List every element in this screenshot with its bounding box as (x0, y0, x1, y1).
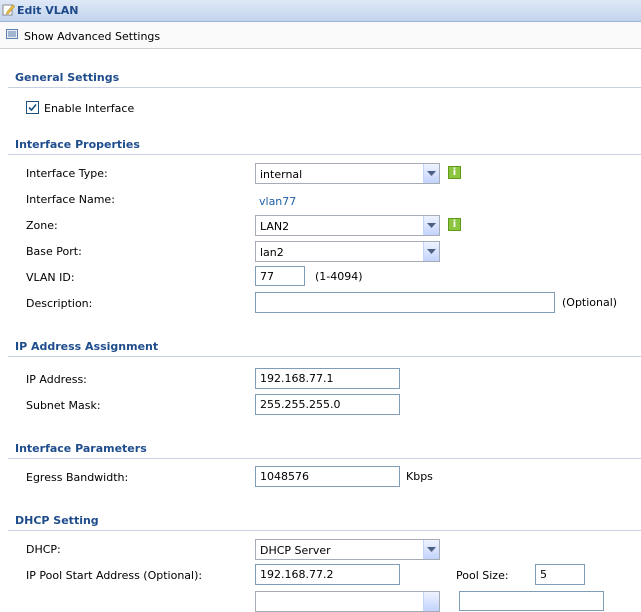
interface-type-select[interactable]: internal (255, 163, 440, 184)
interface-type-label: Interface Type: (26, 167, 108, 180)
ip-pool-start-input[interactable]: 192.168.77.2 (255, 564, 400, 585)
base-port-select[interactable]: lan2 (255, 241, 440, 262)
enable-interface-checkbox[interactable] (26, 101, 39, 114)
base-port-value: lan2 (260, 246, 284, 259)
chevron-down-icon[interactable] (423, 242, 439, 261)
zone-value: LAN2 (260, 220, 290, 233)
interface-properties-heading: Interface Properties (15, 138, 140, 151)
dhcp-select[interactable]: DHCP Server (255, 539, 440, 560)
pool-size-input[interactable]: 5 (535, 564, 585, 585)
dhcp-value: DHCP Server (260, 544, 331, 557)
info-icon[interactable]: i (448, 166, 461, 179)
description-input[interactable] (255, 292, 555, 313)
zone-select[interactable]: LAN2 (255, 215, 440, 236)
chevron-down-icon[interactable] (423, 592, 439, 611)
dhcp-label: DHCP: (26, 543, 61, 556)
check-icon (28, 103, 37, 112)
egress-bandwidth-label: Egress Bandwidth: (26, 471, 129, 484)
description-optional-hint: (Optional) (562, 296, 618, 309)
general-settings-heading: General Settings (15, 71, 120, 84)
egress-bandwidth-unit: Kbps (406, 470, 433, 483)
toolbar: Show Advanced Settings (0, 22, 641, 49)
edit-icon (2, 4, 15, 16)
cutoff-input[interactable] (459, 591, 604, 611)
ip-address-label: IP Address: (26, 373, 87, 386)
window-title-bar: Edit VLAN (0, 0, 641, 22)
dhcp-setting-heading: DHCP Setting (15, 514, 99, 527)
ip-address-assignment-heading: IP Address Assignment (15, 340, 159, 353)
section-divider (8, 154, 641, 155)
chevron-down-icon[interactable] (423, 540, 439, 559)
pool-size-label: Pool Size: (456, 569, 509, 582)
subnet-mask-label: Subnet Mask: (26, 399, 101, 412)
cutoff-select[interactable] (255, 591, 440, 612)
interface-name-label: Interface Name: (26, 193, 115, 206)
section-divider (8, 87, 641, 88)
advanced-settings-icon (6, 29, 18, 39)
window-title: Edit VLAN (17, 4, 79, 17)
interface-type-value: internal (260, 168, 303, 181)
chevron-down-icon[interactable] (423, 216, 439, 235)
ip-address-input[interactable]: 192.168.77.1 (255, 368, 400, 389)
section-divider (8, 458, 641, 459)
interface-name-value: vlan77 (259, 195, 297, 208)
section-divider (8, 356, 641, 357)
info-icon[interactable]: i (448, 218, 461, 231)
interface-parameters-heading: Interface Parameters (15, 442, 147, 455)
description-label: Description: (26, 297, 93, 310)
show-advanced-settings-button[interactable]: Show Advanced Settings (24, 30, 160, 43)
subnet-mask-input[interactable]: 255.255.255.0 (255, 394, 400, 415)
base-port-label: Base Port: (26, 245, 82, 258)
enable-interface-label: Enable Interface (44, 102, 135, 115)
vlan-id-input[interactable]: 77 (255, 266, 305, 286)
zone-label: Zone: (26, 219, 58, 232)
egress-bandwidth-input[interactable]: 1048576 (255, 466, 400, 487)
vlan-id-label: VLAN ID: (26, 271, 75, 284)
section-divider (8, 530, 641, 531)
vlan-id-range-hint: (1-4094) (315, 270, 363, 283)
ip-pool-start-label: IP Pool Start Address (Optional): (26, 569, 203, 582)
chevron-down-icon[interactable] (423, 164, 439, 183)
